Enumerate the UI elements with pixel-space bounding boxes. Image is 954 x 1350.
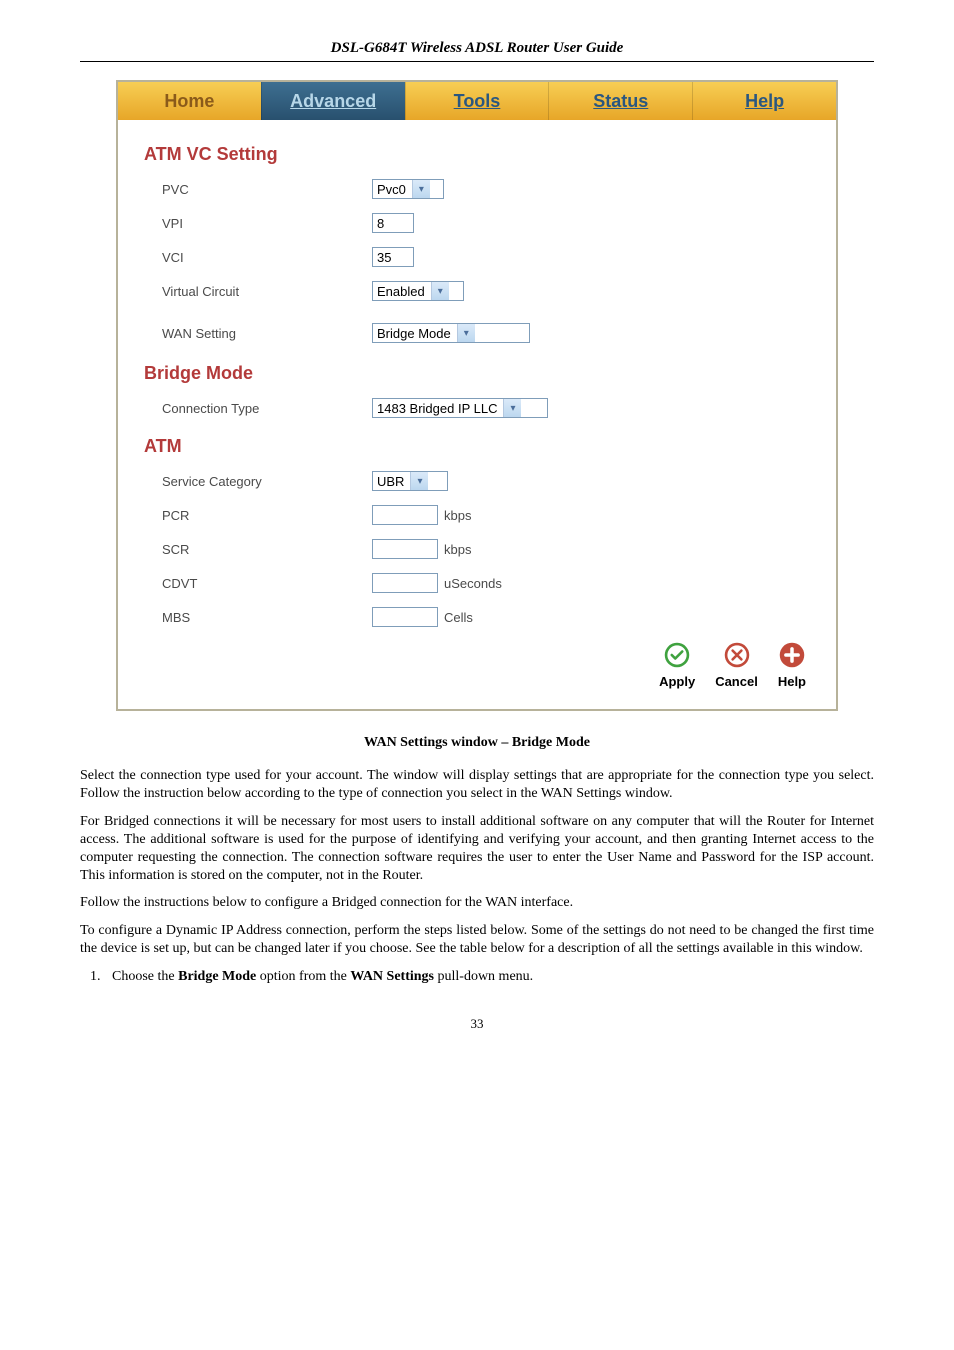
label-virtual-circuit: Virtual Circuit (162, 284, 372, 299)
unit-cdvt: uSeconds (444, 576, 502, 591)
input-pcr[interactable] (372, 505, 438, 525)
help-label: Help (778, 674, 806, 689)
row-scr: SCR kbps (144, 539, 810, 559)
help-button[interactable]: Help (778, 641, 806, 689)
tab-help[interactable]: Help (692, 82, 836, 120)
input-vpi[interactable] (372, 213, 414, 233)
unit-pcr: kbps (444, 508, 471, 523)
select-wan-setting[interactable]: Bridge Mode ▾ (372, 323, 530, 343)
label-service-category: Service Category (162, 474, 372, 489)
tab-home[interactable]: Home (118, 82, 261, 120)
apply-label: Apply (659, 674, 695, 689)
apply-button[interactable]: Apply (659, 641, 695, 689)
unit-mbs: Cells (444, 610, 473, 625)
paragraph-4: To configure a Dynamic IP Address connec… (80, 922, 874, 958)
tab-status[interactable]: Status (548, 82, 692, 120)
router-tabs: Home Advanced Tools Status Help (118, 82, 836, 120)
select-pvc[interactable]: Pvc0 ▾ (372, 179, 444, 199)
row-service-category: Service Category UBR ▾ (144, 471, 810, 491)
row-connection-type: Connection Type 1483 Bridged IP LLC ▾ (144, 398, 810, 418)
row-pcr: PCR kbps (144, 505, 810, 525)
label-cdvt: CDVT (162, 576, 372, 591)
chevron-down-icon: ▾ (431, 282, 449, 300)
label-vci: VCI (162, 250, 372, 265)
router-settings-panel: Home Advanced Tools Status Help ATM VC S… (116, 80, 838, 711)
tab-advanced[interactable]: Advanced (261, 82, 405, 120)
step-1-text-b: option from the (256, 969, 350, 984)
select-connection-type[interactable]: 1483 Bridged IP LLC ▾ (372, 398, 548, 418)
label-vpi: VPI (162, 216, 372, 231)
label-mbs: MBS (162, 610, 372, 625)
section-title-bridge-mode: Bridge Mode (144, 363, 810, 384)
tab-tools[interactable]: Tools (405, 82, 549, 120)
select-connection-type-value: 1483 Bridged IP LLC (377, 401, 501, 416)
label-wan-setting: WAN Setting (162, 326, 372, 341)
select-service-category[interactable]: UBR ▾ (372, 471, 448, 491)
row-vci: VCI (144, 247, 810, 267)
x-circle-icon (723, 641, 751, 672)
section-title-atm-vc: ATM VC Setting (144, 144, 810, 165)
step-1: Choose the Bridge Mode option from the W… (104, 968, 874, 986)
paragraph-1: Select the connection type used for your… (80, 767, 874, 803)
select-pvc-value: Pvc0 (377, 182, 410, 197)
page-number: 33 (80, 1016, 874, 1032)
step-1-text-c: pull-down menu. (434, 969, 533, 984)
cancel-button[interactable]: Cancel (715, 641, 758, 689)
header-divider (80, 61, 874, 62)
check-circle-icon (663, 641, 691, 672)
doc-header-title: DSL-G684T Wireless ADSL Router User Guid… (80, 40, 874, 57)
section-title-atm: ATM (144, 436, 810, 457)
input-vci[interactable] (372, 247, 414, 267)
input-scr[interactable] (372, 539, 438, 559)
row-mbs: MBS Cells (144, 607, 810, 627)
action-buttons-row: Apply Cancel Help (144, 641, 806, 689)
chevron-down-icon: ▾ (457, 324, 475, 342)
select-virtual-circuit-value: Enabled (377, 284, 429, 299)
chevron-down-icon: ▾ (410, 472, 428, 490)
chevron-down-icon: ▾ (503, 399, 521, 417)
row-wan-setting: WAN Setting Bridge Mode ▾ (144, 323, 810, 343)
paragraph-3: Follow the instructions below to configu… (80, 894, 874, 912)
paragraph-2: For Bridged connections it will be neces… (80, 813, 874, 885)
steps-list: Choose the Bridge Mode option from the W… (104, 968, 874, 986)
input-cdvt[interactable] (372, 573, 438, 593)
label-connection-type: Connection Type (162, 401, 372, 416)
step-1-bold-2: WAN Settings (350, 969, 434, 984)
label-scr: SCR (162, 542, 372, 557)
step-1-bold-1: Bridge Mode (178, 969, 256, 984)
select-virtual-circuit[interactable]: Enabled ▾ (372, 281, 464, 301)
unit-scr: kbps (444, 542, 471, 557)
figure-caption: WAN Settings window – Bridge Mode (80, 735, 874, 751)
row-vpi: VPI (144, 213, 810, 233)
row-virtual-circuit: Virtual Circuit Enabled ▾ (144, 281, 810, 301)
step-1-text-a: Choose the (112, 969, 178, 984)
plus-circle-icon (778, 641, 806, 672)
label-pcr: PCR (162, 508, 372, 523)
label-pvc: PVC (162, 182, 372, 197)
select-wan-setting-value: Bridge Mode (377, 326, 455, 341)
row-cdvt: CDVT uSeconds (144, 573, 810, 593)
chevron-down-icon: ▾ (412, 180, 430, 198)
cancel-label: Cancel (715, 674, 758, 689)
row-pvc: PVC Pvc0 ▾ (144, 179, 810, 199)
select-service-category-value: UBR (377, 474, 408, 489)
input-mbs[interactable] (372, 607, 438, 627)
